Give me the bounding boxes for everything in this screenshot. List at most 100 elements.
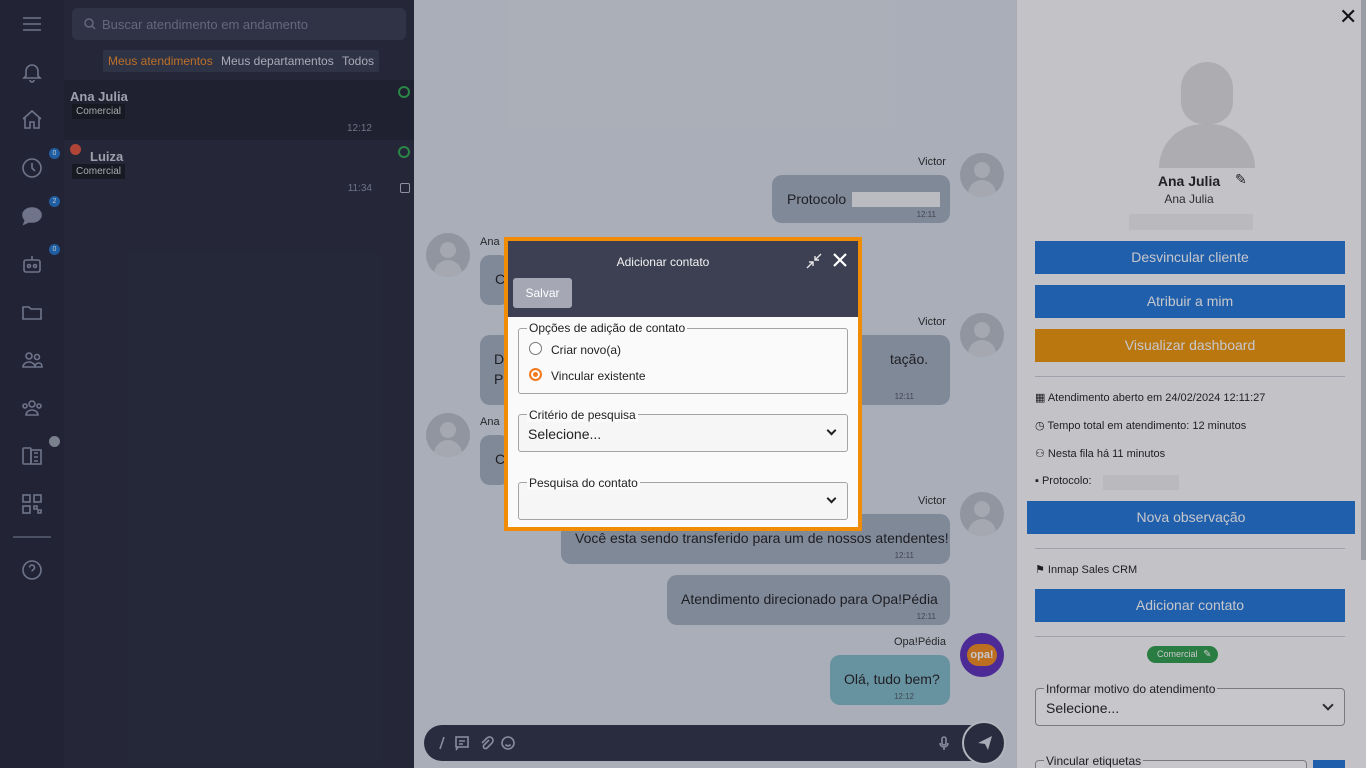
avatar	[426, 413, 470, 457]
crm-integration: ⚑ Inmap Sales CRM	[1035, 564, 1138, 576]
assign-to-me-button[interactable]: Atribuir a mim	[1035, 285, 1345, 318]
filter-my-tickets[interactable]: Meus atendimentos	[103, 50, 218, 72]
redacted-block	[852, 192, 940, 207]
phone-directory-icon[interactable]	[20, 444, 44, 468]
contacts-icon[interactable]	[20, 348, 44, 372]
clock-icon[interactable]	[20, 156, 44, 180]
redacted-protocol	[1103, 475, 1179, 490]
message-composer[interactable]	[424, 725, 1004, 761]
chevron-down-icon	[826, 425, 837, 436]
chevron-down-icon	[1322, 699, 1334, 711]
queue-time-text: Nesta fila há 11 minutos	[1047, 448, 1166, 460]
groups-icon[interactable]	[20, 396, 44, 420]
folder-icon[interactable]	[20, 300, 44, 324]
unlink-client-button[interactable]: Desvincular cliente	[1035, 241, 1345, 274]
message-author: Opa!Pédia	[894, 636, 946, 648]
reason-select[interactable]: Informar motivo do atendimento Selecione…	[1035, 682, 1345, 726]
view-dashboard-button[interactable]: Visualizar dashboard	[1035, 329, 1345, 362]
tags-select[interactable]: Vincular etiquetas	[1035, 754, 1307, 768]
divider	[1035, 376, 1345, 377]
new-note-button[interactable]: Nova observação	[1027, 501, 1355, 534]
help-icon[interactable]	[20, 558, 44, 582]
conversation-time: 12:12	[346, 123, 372, 134]
department-tag: Comercial	[72, 104, 126, 119]
message-text: tação.	[890, 351, 929, 367]
tags-label: Vincular etiquetas	[1044, 754, 1144, 768]
bell-icon[interactable]	[20, 60, 44, 84]
filter-all[interactable]: Todos	[337, 50, 380, 72]
whatsapp-icon	[398, 146, 410, 158]
tags-add-button[interactable]	[1313, 760, 1345, 768]
chat-icon[interactable]	[20, 204, 44, 228]
queue-time: ⚇ Nesta fila há 11 minutos	[1035, 448, 1166, 460]
minimize-icon[interactable]	[806, 253, 822, 269]
criteria-label: Critério de pesquisa	[527, 408, 638, 422]
search-icon	[84, 18, 96, 30]
department-badge[interactable]: Comercial ✎	[1147, 646, 1218, 663]
bot-avatar: opa!	[960, 633, 1004, 677]
contact-avatar	[1157, 60, 1255, 168]
message-text: Você esta sendo transferido para um de n…	[575, 530, 949, 546]
avatar	[960, 313, 1004, 357]
conversation-item[interactable]: Ana Julia Comercial 12:12	[64, 80, 414, 140]
divider	[1035, 548, 1345, 549]
contact-search-label: Pesquisa do contato	[527, 476, 640, 490]
link-existing-radio[interactable]	[529, 368, 542, 381]
bot-icon[interactable]	[20, 252, 44, 276]
link-existing-label[interactable]: Vincular existente	[551, 369, 646, 383]
filter-my-departments[interactable]: Meus departamentos	[216, 50, 339, 72]
message-author: Ana	[480, 236, 500, 248]
create-new-label[interactable]: Criar novo(a)	[551, 343, 621, 357]
attach-icon[interactable]	[478, 735, 494, 751]
message-author: Victor	[918, 156, 946, 168]
emoji-icon[interactable]	[500, 735, 516, 751]
crm-name: Inmap Sales CRM	[1047, 564, 1138, 576]
search-input[interactable]: Buscar atendimento em andamento	[72, 8, 406, 40]
close-panel-icon[interactable]: ✕	[1339, 6, 1357, 28]
contact-options-group: Opções de adição de contato Criar novo(a…	[518, 321, 848, 394]
message-text: Atendimento direcionado para Opa!Pédia	[681, 591, 938, 607]
slash-command-icon[interactable]	[434, 735, 450, 751]
message-text: D	[494, 351, 505, 367]
modal-header: Adicionar contato Salvar	[508, 241, 858, 317]
priority-up-icon	[70, 144, 81, 155]
avatar	[426, 233, 470, 277]
protocol: ▪ Protocolo:	[1035, 475, 1092, 487]
opened-at: ▦ Atendimento aberto em 24/02/2024 12:11…	[1035, 392, 1266, 404]
total-time-text: Tempo total em atendimento: 12 minutos	[1047, 420, 1247, 432]
add-contact-button[interactable]: Adicionar contato	[1035, 589, 1345, 622]
total-time: ◷ Tempo total em atendimento: 12 minutos	[1035, 420, 1247, 432]
edit-name-icon[interactable]: ✎	[1235, 171, 1247, 188]
qrcode-icon[interactable]	[20, 492, 44, 516]
conversation-name: Luiza	[90, 149, 124, 164]
send-button[interactable]	[962, 721, 1006, 765]
menu-icon[interactable]	[20, 12, 44, 36]
close-icon[interactable]	[831, 251, 849, 269]
microphone-icon[interactable]	[936, 735, 952, 751]
reason-label: Informar motivo do atendimento	[1044, 682, 1218, 696]
quick-reply-icon[interactable]	[454, 735, 470, 751]
reason-value: Selecione...	[1046, 700, 1120, 716]
conversation-item[interactable]: Luiza Comercial 11:34	[64, 140, 414, 200]
message-time: 12:11	[916, 210, 936, 219]
send-icon	[978, 736, 992, 750]
message-bubble: Atendimento direcionado para Opa!Pédia 1…	[667, 575, 950, 625]
edit-department-icon[interactable]: ✎	[1203, 646, 1211, 663]
left-rail: 0 2 0	[0, 0, 64, 768]
search-criteria-select[interactable]: Critério de pesquisa Selecione...	[518, 408, 848, 452]
message-author: Victor	[918, 316, 946, 328]
conversation-time: 11:34	[347, 183, 372, 194]
message-text: Protocolo	[787, 191, 847, 207]
home-icon[interactable]	[20, 108, 44, 132]
options-legend: Opções de adição de contato	[527, 321, 688, 335]
protocol-label: Protocolo:	[1041, 475, 1092, 487]
chat-badge: 2	[49, 196, 60, 207]
rail-divider	[13, 536, 51, 538]
scrollbar[interactable]	[1361, 0, 1366, 560]
create-new-radio[interactable]	[529, 342, 542, 355]
contact-search-select[interactable]: Pesquisa do contato	[518, 476, 848, 520]
note-icon	[400, 183, 410, 193]
department-tag: Comercial	[72, 164, 126, 179]
save-button[interactable]: Salvar	[513, 278, 572, 308]
conversation-list: Buscar atendimento em andamento Meus ate…	[64, 0, 414, 768]
